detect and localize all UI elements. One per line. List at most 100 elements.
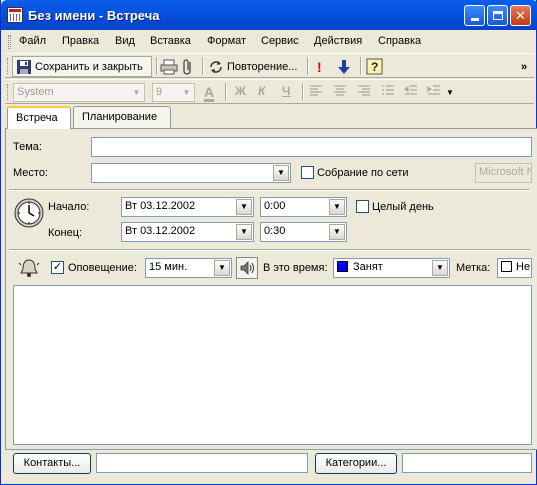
toolbar-options-button[interactable]: ▼ [446, 88, 454, 97]
align-center-button[interactable] [333, 84, 347, 101]
maximize-button[interactable] [487, 5, 508, 26]
chevron-down-icon[interactable]: ▼ [236, 199, 252, 215]
toolbar-grip[interactable] [7, 84, 10, 100]
all-day-label: Целый день [372, 201, 434, 213]
menu-format[interactable]: Формат [207, 35, 246, 47]
menu-actions[interactable]: Действия [314, 35, 362, 47]
label-value: Не [516, 261, 531, 273]
font-color-icon: A [204, 84, 215, 100]
toolbar-grip[interactable] [7, 58, 10, 74]
align-right-button[interactable] [357, 84, 371, 101]
underline-button[interactable]: Ч [282, 84, 290, 98]
font-select[interactable]: System ▼ [13, 83, 145, 102]
online-meeting-checkbox[interactable] [301, 166, 314, 179]
location-label: Место: [13, 167, 48, 179]
menu-tools[interactable]: Сервис [261, 35, 299, 47]
title-bar[interactable]: Без имени - Встреча ✕ [1, 0, 537, 30]
label-color-swatch [501, 261, 512, 272]
save-and-close-button[interactable]: Сохранить и закрыть [12, 56, 152, 77]
start-time-combo[interactable]: 0:00 ▼ [260, 197, 347, 217]
label-combo[interactable]: Не [497, 258, 532, 278]
show-as-label: В это время: [263, 262, 328, 274]
importance-low-button[interactable] [338, 56, 350, 77]
menu-file[interactable]: Файл [19, 35, 46, 47]
recurrence-icon [210, 60, 222, 73]
standard-toolbar: Сохранить и закрыть Повторение... ! ? » [5, 53, 534, 78]
all-day-checkbox[interactable] [356, 200, 369, 213]
categories-button[interactable]: Категории... [315, 453, 397, 474]
align-left-button[interactable] [309, 84, 323, 101]
close-icon: ✕ [515, 8, 526, 23]
down-arrow-icon [338, 59, 350, 74]
menu-help[interactable]: Справка [378, 35, 421, 47]
chevron-down-icon[interactable]: ▼ [273, 165, 289, 181]
show-as-combo[interactable]: Занят ▼ [333, 258, 450, 278]
chevron-down-icon: ▼ [132, 88, 141, 97]
online-meeting-label: Собрание по сети [317, 167, 409, 179]
bold-button[interactable]: Ж [235, 84, 246, 98]
toolbar-overflow-button[interactable]: » [521, 56, 527, 77]
help-icon: ? [366, 58, 383, 75]
contacts-button[interactable]: Контакты... [13, 453, 91, 474]
start-date-value: Вт 03.12.2002 [125, 200, 196, 212]
recurrence-button[interactable]: Повторение... [208, 56, 297, 77]
reminder-time-combo[interactable]: 15 мин. ▼ [145, 258, 232, 278]
minimize-button[interactable] [464, 5, 485, 26]
netmeeting-select[interactable]: Microsoft N [475, 163, 532, 183]
end-time-combo[interactable]: 0:30 ▼ [260, 222, 347, 242]
chevron-down-icon[interactable]: ▼ [236, 224, 252, 240]
font-size-select[interactable]: 9 ▼ [152, 83, 195, 102]
chevron-down-icon[interactable]: ▼ [329, 199, 345, 215]
toolbar-separator [202, 57, 204, 75]
contacts-input[interactable] [96, 453, 308, 473]
menubar-grip[interactable] [8, 35, 11, 49]
chevron-down-icon: ▼ [182, 88, 191, 97]
menu-insert[interactable]: Вставка [150, 35, 191, 47]
save-and-close-label: Сохранить и закрыть [35, 60, 143, 73]
calendar-icon [7, 7, 23, 23]
toolbar-separator [360, 57, 362, 75]
reminder-sound-button[interactable] [236, 257, 258, 279]
subject-input[interactable] [91, 137, 532, 157]
font-color-button[interactable]: A [204, 84, 214, 100]
decrease-indent-button[interactable] [403, 84, 418, 101]
attach-button[interactable] [182, 56, 194, 77]
chevron-down-icon[interactable]: ▼ [432, 260, 448, 276]
increase-indent-button[interactable] [427, 84, 441, 101]
chevron-down-icon[interactable]: ▼ [214, 260, 230, 276]
reminder-checkbox[interactable]: ✓ [51, 261, 64, 274]
decrease-indent-icon [403, 85, 417, 95]
toolbar-separator [302, 83, 304, 101]
bullets-button[interactable] [381, 84, 395, 101]
increase-indent-icon [427, 85, 440, 95]
chevron-down-icon[interactable]: ▼ [329, 224, 345, 240]
tab-appointment[interactable]: Встреча [7, 106, 71, 129]
location-combo[interactable]: ▼ [91, 163, 291, 183]
menu-bar: Файл Правка Вид Вставка Формат Сервис Де… [5, 31, 534, 53]
categories-input[interactable] [402, 453, 532, 473]
help-button[interactable]: ? [366, 56, 383, 77]
italic-button[interactable]: К [258, 84, 265, 98]
importance-high-button[interactable]: ! [317, 56, 322, 77]
align-left-icon [310, 85, 322, 96]
formatting-toolbar: System ▼ 9 ▼ A Ж К Ч ▼ [5, 79, 534, 104]
end-date-combo[interactable]: Вт 03.12.2002 ▼ [121, 222, 254, 242]
menu-edit[interactable]: Правка [62, 35, 99, 47]
show-as-value: Занят [353, 261, 383, 273]
menu-view[interactable]: Вид [115, 35, 135, 47]
start-time-value: 0:00 [264, 200, 286, 212]
print-button[interactable] [160, 56, 178, 77]
divider [9, 189, 530, 191]
close-button[interactable]: ✕ [510, 5, 531, 26]
minimize-icon [470, 18, 479, 21]
bulleted-list-icon [382, 85, 394, 95]
start-date-combo[interactable]: Вт 03.12.2002 ▼ [121, 197, 254, 217]
tab-scheduling[interactable]: Планирование [73, 106, 171, 128]
notes-textarea[interactable] [13, 285, 532, 445]
font-select-value: System [17, 86, 54, 98]
clock-icon [14, 198, 44, 228]
start-label: Начало: [48, 201, 90, 213]
appointment-window: Без имени - Встреча ✕ Файл Правка Вид Вс… [0, 0, 537, 485]
italic-icon: К [258, 84, 266, 98]
reminder-time-value: 15 мин. [149, 261, 188, 273]
